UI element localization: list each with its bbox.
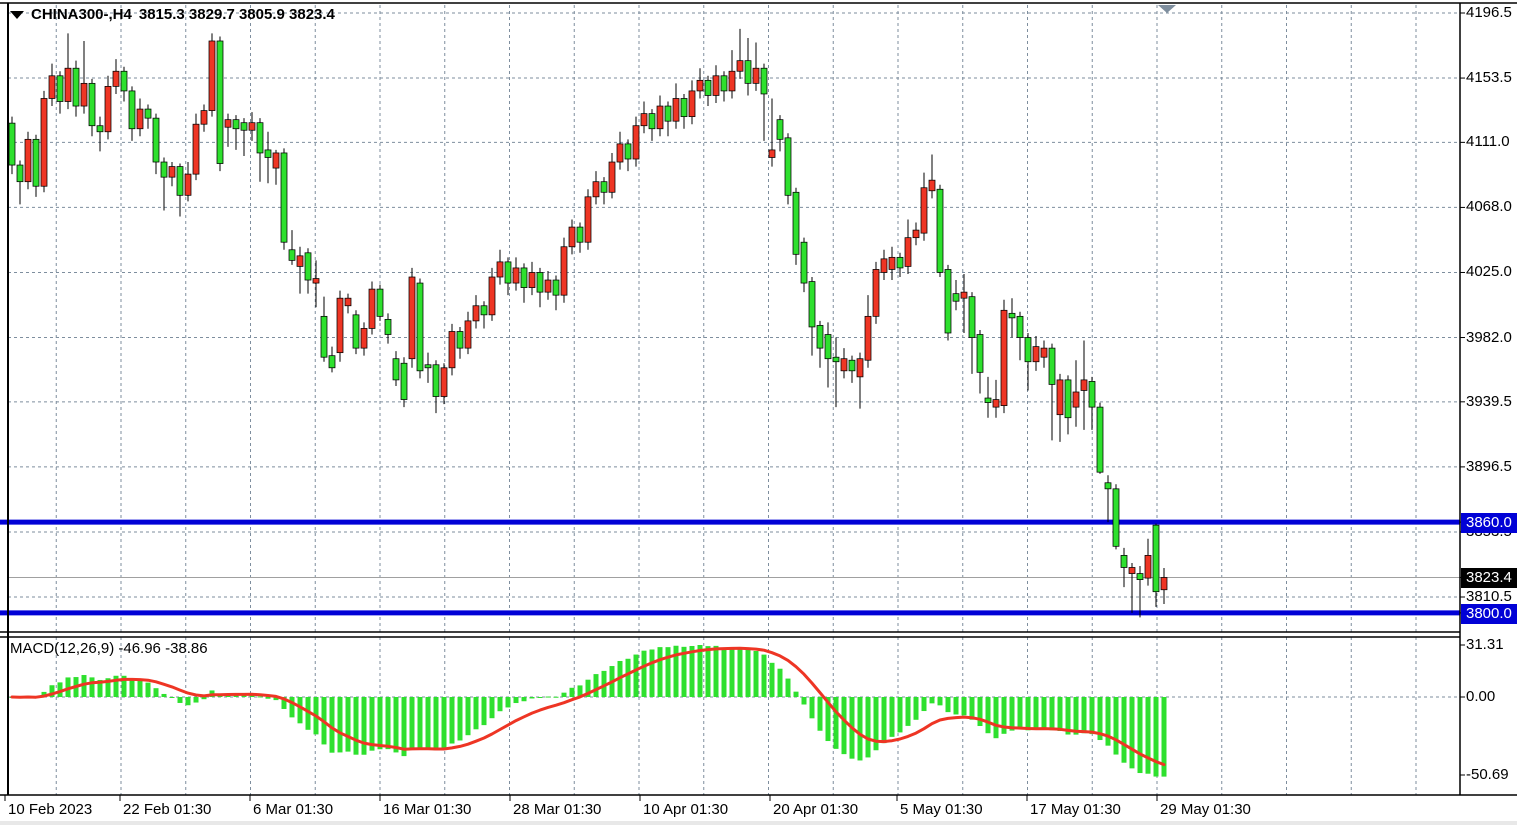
time-axis-label: 16 Mar 01:30 bbox=[383, 801, 471, 818]
price-axis-label: 4025.0 bbox=[1466, 263, 1512, 280]
price-axis-label: 3982.0 bbox=[1466, 329, 1512, 346]
price-axis-label: 3939.5 bbox=[1466, 393, 1512, 410]
macd-axis-label: -50.69 bbox=[1466, 766, 1509, 783]
time-axis-label: 6 Mar 01:30 bbox=[253, 801, 333, 818]
price-tag-3800.0: 3800.0 bbox=[1461, 604, 1517, 624]
price-tag-3823.4: 3823.4 bbox=[1461, 568, 1517, 588]
chart-quote-header: CHINA300-,H4 3815.3 3829.7 3805.9 3823.4 bbox=[10, 6, 335, 23]
time-axis-label: 28 Mar 01:30 bbox=[513, 801, 601, 818]
symbol-dropdown-icon[interactable] bbox=[10, 11, 24, 19]
price-axis-label: 4068.0 bbox=[1466, 198, 1512, 215]
price-axis-label: 4196.5 bbox=[1466, 4, 1512, 21]
time-axis-label: 22 Feb 01:30 bbox=[123, 801, 211, 818]
price-axis-label: 4111.0 bbox=[1466, 133, 1510, 150]
macd-indicator-label: MACD(12,26,9) -46.96 -38.86 bbox=[10, 640, 208, 657]
price-axis-label: 3896.5 bbox=[1466, 458, 1512, 475]
price-axis-label: 4153.5 bbox=[1466, 69, 1512, 86]
time-axis-label: 17 May 01:30 bbox=[1030, 801, 1121, 818]
time-axis-label: 29 May 01:30 bbox=[1160, 801, 1251, 818]
macd-axis-label: 31.31 bbox=[1466, 636, 1504, 653]
macd-axis-label: 0.00 bbox=[1466, 688, 1495, 705]
time-axis-label: 10 Feb 2023 bbox=[8, 801, 92, 818]
quote-ohlc-values: 3815.3 3829.7 3805.9 3823.4 bbox=[139, 6, 335, 23]
time-axis-label: 20 Apr 01:30 bbox=[773, 801, 858, 818]
symbol-timeframe-label: CHINA300-,H4 bbox=[31, 6, 132, 23]
trading-chart-window: CHINA300-,H43815.3 3829.7 3805.9 3823.4 … bbox=[0, 0, 1517, 825]
price-axis-label: 3810.5 bbox=[1466, 588, 1512, 605]
candlestick-chart-canvas[interactable] bbox=[0, 0, 1517, 825]
time-axis-label: 10 Apr 01:30 bbox=[643, 801, 728, 818]
price-tag-3860.0: 3860.0 bbox=[1461, 513, 1517, 533]
time-axis-label: 5 May 01:30 bbox=[900, 801, 983, 818]
window-bottom-edge bbox=[0, 821, 1517, 825]
chart-shift-marker-icon[interactable] bbox=[1158, 5, 1176, 13]
